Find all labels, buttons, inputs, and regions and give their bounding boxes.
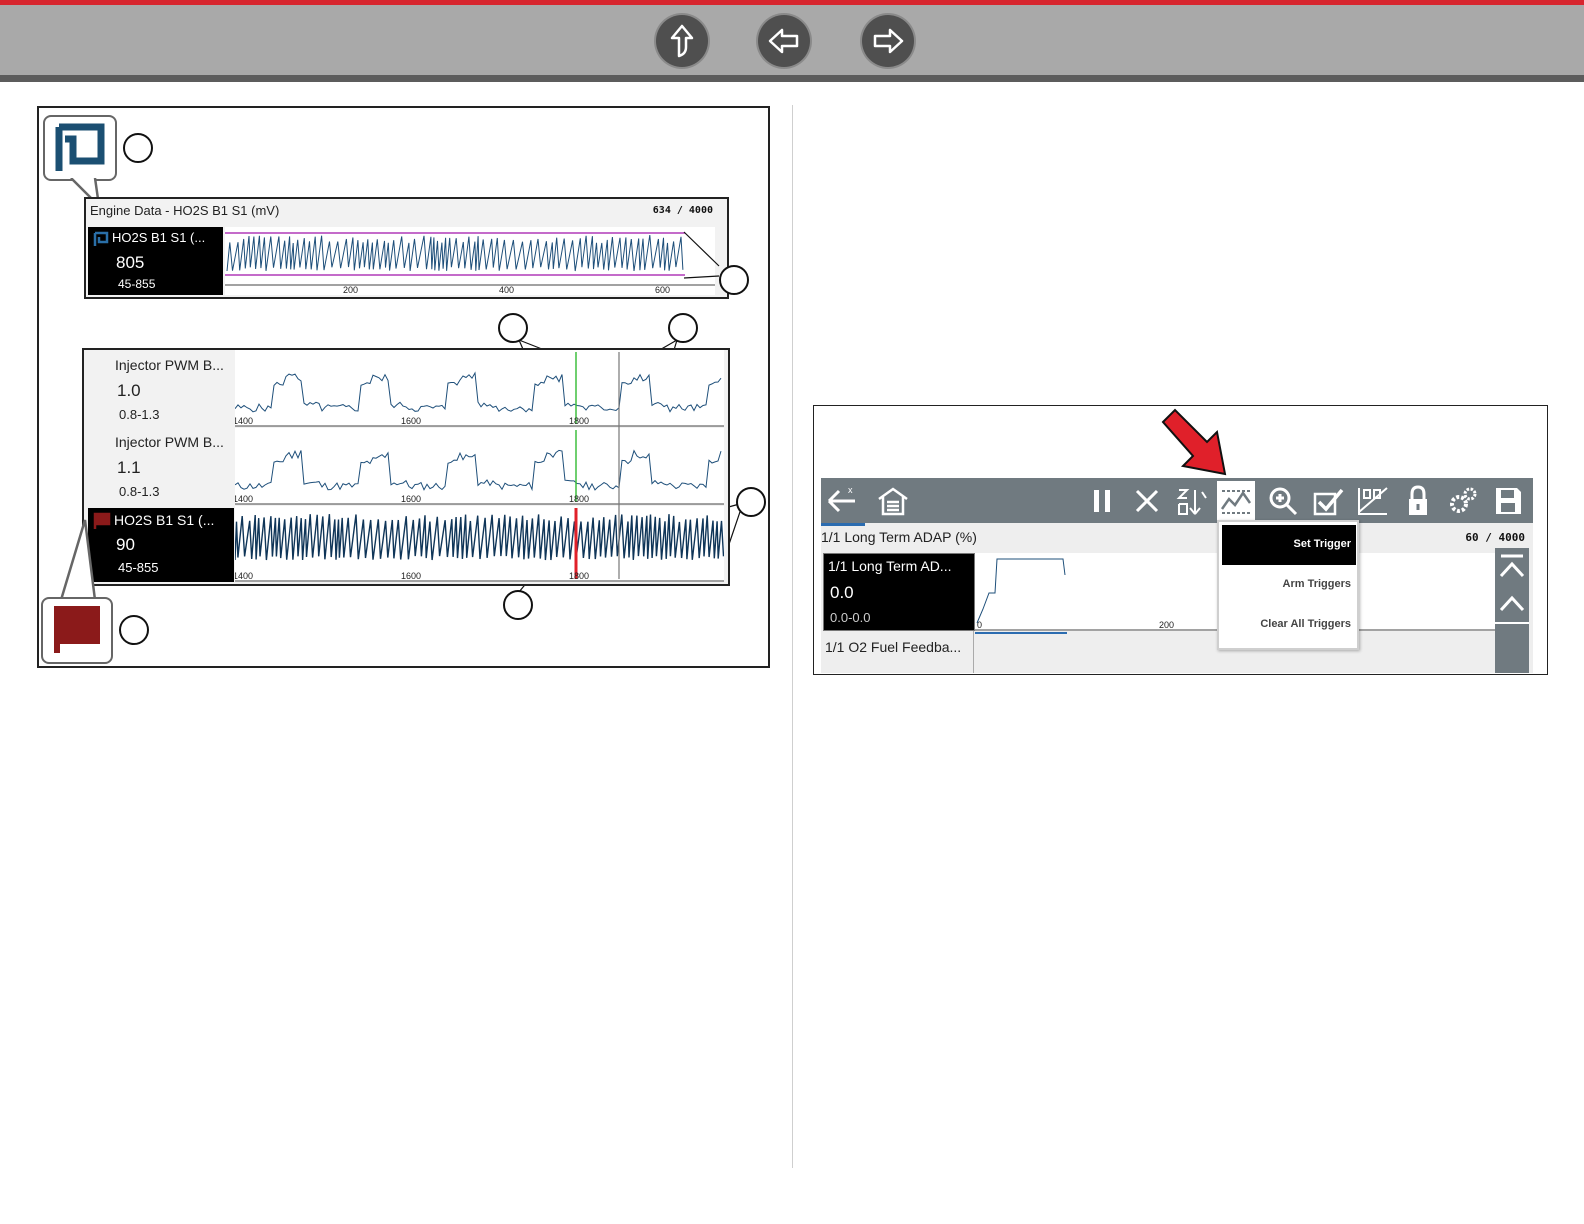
back-button[interactable] <box>758 15 810 67</box>
right-panel-count: 60 / 4000 <box>1465 531 1525 544</box>
set-trigger-item[interactable]: Set Trigger <box>1294 538 1351 550</box>
right-pid-label: 1/1 Long Term AD... <box>828 558 952 574</box>
svg-text:1800: 1800 <box>569 494 589 504</box>
red-flag-icon <box>54 606 100 653</box>
svg-text:0: 0 <box>977 620 982 630</box>
row3-cell-selected[interactable]: HO2S B1 S1 (... 90 45-855 <box>88 508 234 582</box>
column-divider <box>792 105 793 1168</box>
trigger-menu-figure: x 1/1 Long Term ADAP (%) 60 / 4000 1/1 L… <box>813 405 1548 675</box>
left-arrow-icon <box>768 28 799 54</box>
red-pointer-arrow-icon <box>1161 408 1227 476</box>
right-pid2-label[interactable]: 1/1 O2 Fuel Feedba... <box>825 639 961 655</box>
sort-icon[interactable] <box>1175 484 1209 518</box>
row3-label: HO2S B1 S1 (... <box>114 512 215 528</box>
zoom-icon[interactable] <box>1266 484 1300 518</box>
trigger-button-selected[interactable] <box>1217 481 1255 520</box>
svg-text:1600: 1600 <box>401 416 421 426</box>
settings-icon[interactable] <box>1446 484 1480 518</box>
row1-value: 1.0 <box>117 381 141 400</box>
row1-label: Injector PWM B... <box>115 357 224 373</box>
row2-range: 0.8-1.3 <box>119 484 160 499</box>
arm-triggers-item[interactable]: Arm Triggers <box>1283 578 1351 590</box>
back-arrow-icon[interactable]: x <box>825 484 859 518</box>
callout-circle-5 <box>736 487 766 517</box>
red-flag-callout <box>41 597 113 664</box>
graph-icon[interactable] <box>1356 484 1390 518</box>
flag-figure: Engine Data - HO2S B1 S1 (mV) 634 / 4000… <box>37 106 770 668</box>
top-nav-bar <box>0 0 1584 82</box>
trigger-menu: Set Trigger Arm Triggers Clear All Trigg… <box>1217 520 1359 650</box>
home-icon[interactable] <box>876 484 910 518</box>
bottom-graph-panel: Injector PWM B... 1.0 0.8-1.3 Injector P… <box>82 348 730 586</box>
graph-area: 1/1 Long Term ADAP (%) 60 / 4000 1/1 Lon… <box>821 523 1533 673</box>
top-bar-shadow <box>0 75 1584 82</box>
cell-divider <box>973 631 974 673</box>
clear-all-triggers-item[interactable]: Clear All Triggers <box>1260 618 1351 630</box>
trigger-icon <box>1220 490 1252 514</box>
svg-text:1800: 1800 <box>569 416 589 426</box>
save-icon[interactable] <box>1491 484 1525 518</box>
scan-toolbar: x <box>821 478 1533 523</box>
forward-button[interactable] <box>862 15 914 67</box>
right-panel-title: 1/1 Long Term ADAP (%) <box>821 529 977 545</box>
callout-circle-7 <box>119 615 149 645</box>
tab-indicator <box>821 523 865 526</box>
top-red-stripe <box>0 0 1584 5</box>
row1-range: 0.8-1.3 <box>119 407 160 422</box>
up-arrow-icon <box>670 24 694 58</box>
scroll-up-icon[interactable] <box>1497 588 1527 618</box>
svg-text:200: 200 <box>1159 620 1174 630</box>
callout-circle-6 <box>503 590 533 620</box>
right-arrow-icon <box>873 28 904 54</box>
svg-text:1800: 1800 <box>569 571 589 581</box>
row3-range: 45-855 <box>118 560 159 575</box>
right-pid-cell-selected[interactable]: 1/1 Long Term AD... 0.0 0.0-0.0 <box>823 553 975 631</box>
graph-underline <box>975 632 1067 634</box>
clear-icon[interactable] <box>1130 484 1164 518</box>
right-pid-range: 0.0-0.0 <box>830 610 871 625</box>
lock-icon[interactable] <box>1401 484 1435 518</box>
check-icon[interactable] <box>1311 484 1345 518</box>
pause-icon[interactable] <box>1085 484 1119 518</box>
scroll-rail <box>1495 548 1529 673</box>
red-callout-pointer <box>59 519 97 602</box>
up-button[interactable] <box>656 15 708 67</box>
svg-text:1400: 1400 <box>235 571 253 581</box>
row2-value: 1.1 <box>117 458 141 477</box>
svg-text:1400: 1400 <box>235 494 253 504</box>
row3-value: 90 <box>116 535 135 554</box>
scroll-separator <box>1495 622 1529 624</box>
scroll-top-icon[interactable] <box>1497 552 1527 582</box>
row2-label: Injector PWM B... <box>115 434 224 450</box>
svg-text:x: x <box>848 485 853 495</box>
svg-text:1600: 1600 <box>401 494 421 504</box>
bottom-graphs: 1400 1600 1800 1400 1600 1800 1400 1600 … <box>235 350 724 582</box>
svg-text:1600: 1600 <box>401 571 421 581</box>
gray-cells: Injector PWM B... 1.0 0.8-1.3 Injector P… <box>84 350 234 502</box>
svg-text:1400: 1400 <box>235 416 253 426</box>
right-pid-value: 0.0 <box>830 583 854 602</box>
